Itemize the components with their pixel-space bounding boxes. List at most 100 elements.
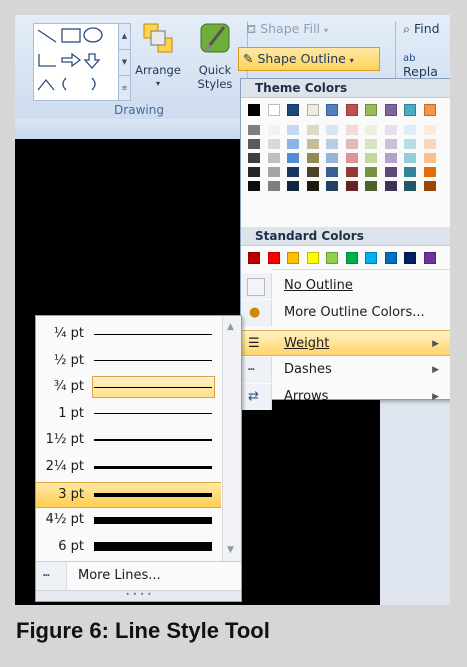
theme-color-swatch[interactable] (345, 104, 358, 116)
theme-shade-swatch[interactable] (248, 139, 260, 149)
quick-styles-button[interactable]: Quick Styles (190, 21, 240, 91)
theme-shade-swatch[interactable] (287, 181, 299, 191)
more-outline-colors-item[interactable]: ● More Outline Colors... (241, 300, 450, 326)
theme-shade-swatch[interactable] (248, 167, 260, 177)
theme-color-swatch[interactable] (306, 104, 319, 116)
theme-shade-swatch[interactable] (345, 167, 358, 177)
theme-shade-swatch[interactable] (326, 181, 338, 191)
weight-option[interactable]: ½ pt (36, 349, 221, 375)
theme-shade-swatch[interactable] (423, 153, 436, 163)
theme-shade-swatch[interactable] (306, 167, 319, 177)
theme-shade-swatch[interactable] (267, 139, 280, 149)
replace-button[interactable]: ab Repla (403, 49, 450, 79)
theme-shade-swatch[interactable] (365, 139, 377, 149)
theme-shade-swatch[interactable] (306, 153, 319, 163)
theme-shade-swatch[interactable] (306, 139, 319, 149)
theme-shade-swatch[interactable] (365, 167, 377, 177)
theme-shade-swatch[interactable] (404, 125, 416, 135)
weight-option[interactable]: ¼ pt (36, 322, 221, 348)
theme-shade-swatch[interactable] (404, 167, 416, 177)
theme-shade-swatch[interactable] (423, 125, 436, 135)
weight-option[interactable]: 4½ pt (36, 508, 221, 534)
theme-shade-swatch[interactable] (267, 125, 280, 135)
theme-shade-swatch[interactable] (423, 181, 436, 191)
shapes-gallery-scrollbar[interactable]: ▲ ▼ ≡ (118, 23, 131, 101)
weight-option[interactable]: 6 pt (36, 535, 221, 561)
theme-shade-swatch[interactable] (326, 153, 338, 163)
theme-shade-swatch[interactable] (365, 181, 377, 191)
standard-color-swatch[interactable] (306, 252, 319, 264)
no-outline-item[interactable]: No Outline (241, 273, 450, 299)
find-button[interactable]: ⌕ Find (403, 21, 440, 37)
weight-option[interactable]: 3 pt (36, 481, 221, 508)
standard-color-swatch[interactable] (345, 252, 358, 264)
theme-shade-swatch[interactable] (384, 181, 397, 191)
standard-color-swatch[interactable] (384, 252, 397, 264)
standard-color-swatch[interactable] (404, 252, 416, 264)
theme-shade-swatch[interactable] (384, 167, 397, 177)
weight-option[interactable]: 1½ pt (36, 428, 221, 454)
theme-shade-swatch[interactable] (404, 181, 416, 191)
shape-fill-button[interactable]: ⛾ Shape Fill ▾ (246, 21, 328, 38)
theme-shade-swatch[interactable] (306, 181, 319, 191)
theme-shade-swatch[interactable] (423, 139, 436, 149)
theme-shade-swatch[interactable] (287, 125, 299, 135)
scroll-down-icon[interactable]: ▼ (227, 545, 234, 555)
theme-shade-swatch[interactable] (287, 167, 299, 177)
expand-gallery-icon[interactable]: ≡ (119, 76, 130, 101)
theme-shade-swatch[interactable] (248, 125, 260, 135)
standard-color-swatch[interactable] (267, 252, 280, 264)
theme-shade-swatch[interactable] (423, 167, 436, 177)
theme-shade-swatch[interactable] (287, 153, 299, 163)
theme-shade-swatch[interactable] (345, 139, 358, 149)
theme-shade-swatch[interactable] (345, 153, 358, 163)
theme-shade-swatch[interactable] (404, 153, 416, 163)
theme-shade-swatch[interactable] (326, 125, 338, 135)
theme-shade-swatch[interactable] (267, 167, 280, 177)
arrange-button[interactable]: Arrange ▾ (133, 21, 183, 91)
theme-shade-swatch[interactable] (248, 181, 260, 191)
theme-shade-swatch[interactable] (365, 125, 377, 135)
shape-outline-button[interactable]: ✎ Shape Outline ▾ (238, 47, 380, 71)
weight-option[interactable]: ¾ pt (36, 375, 221, 401)
theme-color-swatch[interactable] (384, 104, 397, 116)
theme-color-swatch[interactable] (267, 104, 280, 116)
weight-option[interactable]: 1 pt (36, 402, 221, 428)
resize-grip-icon[interactable]: • • • • (36, 590, 241, 601)
theme-shade-swatch[interactable] (384, 125, 397, 135)
theme-color-swatch[interactable] (423, 104, 436, 116)
more-lines-item[interactable]: ┅ More Lines... (36, 562, 241, 590)
standard-color-swatch[interactable] (248, 252, 260, 264)
scroll-up-icon[interactable]: ▲ (227, 322, 234, 332)
weight-scrollbar[interactable]: ▲ ▼ (222, 316, 241, 561)
theme-color-swatch[interactable] (404, 104, 416, 116)
standard-color-swatch[interactable] (365, 252, 377, 264)
theme-color-swatch[interactable] (365, 104, 377, 116)
theme-shade-swatch[interactable] (306, 125, 319, 135)
theme-shade-swatch[interactable] (326, 167, 338, 177)
theme-shade-swatch[interactable] (287, 139, 299, 149)
theme-shade-swatch[interactable] (267, 153, 280, 163)
theme-color-swatch[interactable] (287, 104, 299, 116)
theme-shade-swatch[interactable] (345, 181, 358, 191)
theme-shade-swatch[interactable] (365, 153, 377, 163)
theme-shade-swatch[interactable] (248, 153, 260, 163)
scroll-down-icon[interactable]: ▼ (119, 50, 130, 76)
theme-shade-swatch[interactable] (267, 181, 280, 191)
standard-color-swatch[interactable] (287, 252, 299, 264)
theme-shade-swatch[interactable] (345, 125, 358, 135)
theme-shade-swatch[interactable] (384, 153, 397, 163)
shapes-gallery[interactable] (33, 23, 121, 101)
theme-shade-swatch[interactable] (404, 139, 416, 149)
standard-color-swatch[interactable] (423, 252, 436, 264)
weight-item[interactable]: ☰ Weight ▶ (241, 330, 450, 356)
theme-shade-swatch[interactable] (384, 139, 397, 149)
theme-color-swatch[interactable] (248, 104, 260, 116)
weight-option[interactable]: 2¼ pt (36, 455, 221, 481)
dashes-item[interactable]: ┅ Dashes ▶ (241, 357, 450, 383)
theme-shade-swatch[interactable] (326, 139, 338, 149)
theme-color-swatch[interactable] (326, 104, 338, 116)
standard-color-swatch[interactable] (326, 252, 338, 264)
arrows-item[interactable]: ⇄ Arrows ▶ (241, 384, 450, 410)
scroll-up-icon[interactable]: ▲ (119, 24, 130, 50)
